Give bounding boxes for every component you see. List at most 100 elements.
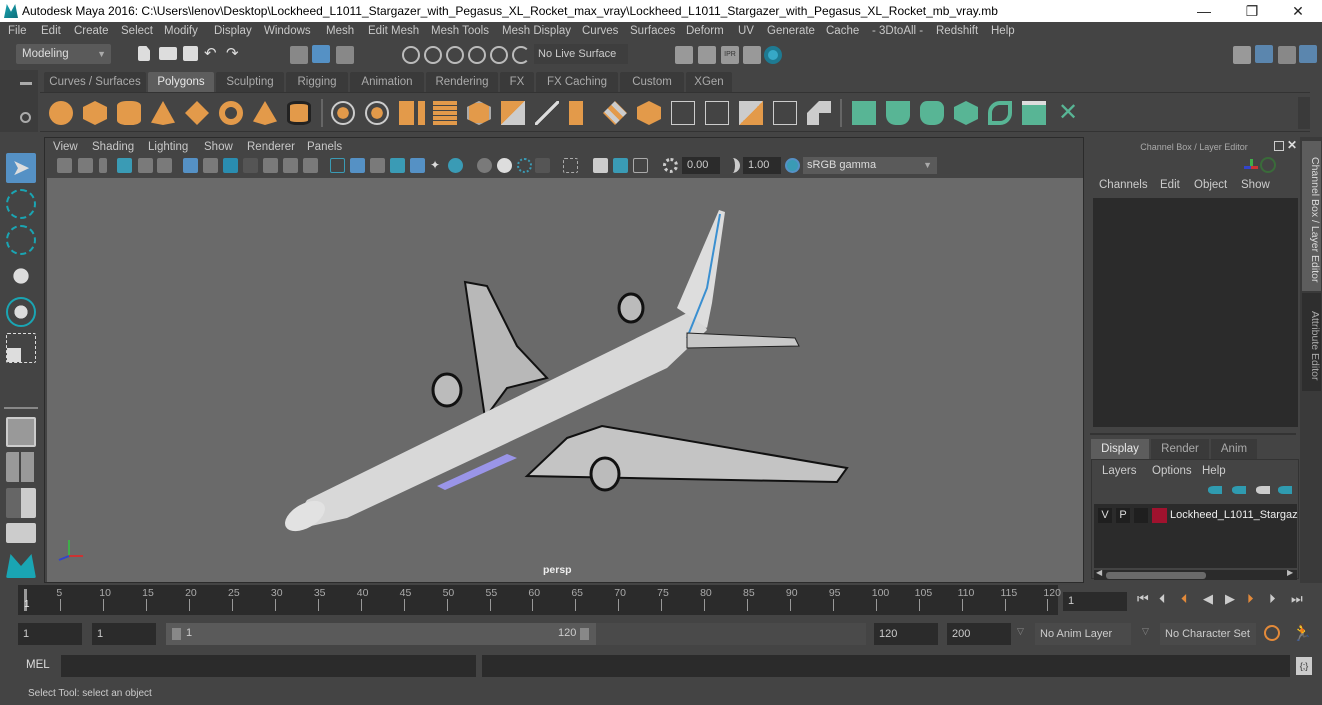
extrude-icon[interactable] [501,101,525,125]
poly-cube-icon[interactable] [83,101,107,125]
play-forwards-icon[interactable]: ▶ [1225,591,1235,607]
command-input[interactable] [61,655,476,677]
multisample-aa-icon[interactable] [517,158,532,173]
uv-editor-icon[interactable] [1022,101,1046,125]
gate-mask-icon[interactable] [243,158,258,173]
viewport-menu-view[interactable]: View [53,141,78,153]
select-by-object-icon[interactable] [312,45,330,63]
playback-start-field[interactable]: 1 [92,623,156,645]
snap-point-icon[interactable] [446,46,464,64]
automatic-map-icon[interactable] [954,101,978,125]
shelf-tab-fx[interactable]: FX [500,72,534,92]
command-language-label[interactable]: MEL [26,659,50,671]
menu-deform[interactable]: Deform [686,25,724,37]
step-forward-key-icon[interactable]: ⏵ [1247,591,1254,607]
end-time-field[interactable]: 200 [947,623,1011,645]
shelf-tab-rigging[interactable]: Rigging [286,72,348,92]
viewport-menu-renderer[interactable]: Renderer [247,141,295,153]
wireframe-icon[interactable] [330,158,345,173]
use-all-lights-icon[interactable]: ✦ [430,158,445,173]
range-slider-track[interactable]: 1 120 [166,623,866,645]
default-material-icon[interactable] [370,158,385,173]
offset-loop-icon[interactable] [705,101,729,125]
shelf-options-gear-icon[interactable] [20,112,31,123]
new-layer-selected-icon[interactable] [1278,486,1292,494]
layer-row[interactable]: V P Lockheed_L1011_Stargaz [1094,507,1298,525]
attribute-editor-toggle-icon[interactable] [1255,45,1273,63]
snap-curve-icon[interactable] [424,46,442,64]
scroll-thumb[interactable] [1106,572,1206,579]
undo-icon[interactable]: ↶ [204,46,222,66]
menu-3dtoall[interactable]: - 3DtoAll - [872,25,923,37]
minimize-button[interactable]: — [1188,2,1220,20]
menu-help[interactable]: Help [991,25,1015,37]
shelf-tab-fx-caching[interactable]: FX Caching [536,72,618,92]
collapse-icon[interactable] [807,101,831,125]
layer-tab-render[interactable]: Render [1151,439,1209,459]
shelf-tab-sculpting[interactable]: Sculpting [216,72,284,92]
range-start-handle[interactable] [172,628,181,640]
go-to-end-icon[interactable]: ⏭ [1291,591,1303,607]
playback-end-field[interactable]: 120 [874,623,938,645]
spherical-map-icon[interactable] [920,101,944,125]
new-scene-icon[interactable] [138,46,150,61]
merge-icon[interactable] [637,101,661,125]
paint-select-tool-icon[interactable] [6,225,36,255]
select-by-component-icon[interactable] [336,46,354,64]
menu-edit-mesh[interactable]: Edit Mesh [368,25,419,37]
float-panel-icon[interactable] [1274,141,1284,151]
textured-icon[interactable] [410,158,425,173]
poly-sphere-icon[interactable] [49,101,73,125]
layer-playback-toggle[interactable]: P [1116,508,1130,523]
menu-modify[interactable]: Modify [164,25,198,37]
menu-mesh[interactable]: Mesh [326,25,354,37]
tool-settings-toggle-icon[interactable] [1278,46,1296,64]
menu-curves[interactable]: Curves [582,25,618,37]
film-gate-icon[interactable] [203,158,218,173]
depth-of-field-icon[interactable] [535,158,550,173]
panel-splitter[interactable] [1090,433,1296,435]
2d-pan-zoom-icon[interactable] [138,158,153,173]
open-scene-icon[interactable] [159,47,177,60]
menu-edit[interactable]: Edit [41,25,61,37]
layer-color-swatch[interactable] [1152,508,1167,523]
move-tool-icon[interactable] [6,261,36,291]
menu-create[interactable]: Create [74,25,109,37]
color-space-dropdown[interactable]: sRGB gamma ▼ [803,157,937,174]
mirror-icon[interactable] [399,101,425,125]
menuset-dropdown[interactable]: Modeling ▼ [16,44,111,64]
cb-menu-channels[interactable]: Channels [1099,179,1148,191]
shelf-scrollbar[interactable] [1298,97,1310,129]
side-tab-channel-box[interactable]: Channel Box / Layer Editor [1302,141,1321,291]
scroll-left-icon[interactable]: ◀ [1096,568,1102,577]
gamma-field[interactable]: 1.00 [743,157,781,174]
poly-cylinder-icon[interactable] [117,101,141,125]
render-view-icon[interactable] [675,46,693,64]
scale-tool-icon[interactable] [6,333,36,363]
range-slider-bar[interactable]: 1 120 [166,623,596,645]
layer-list-scrollbar[interactable]: ◀ ▶ [1094,568,1297,580]
current-frame-field[interactable]: 1 [1063,592,1127,611]
shelf-tab-curves-surfaces[interactable]: Curves / Surfaces [44,72,146,92]
snap-edge-icon[interactable] [512,46,530,64]
channel-list[interactable] [1093,198,1298,427]
smooth-icon[interactable] [433,101,457,125]
exposure-field[interactable]: 0.00 [682,157,720,174]
image-plane-icon[interactable] [117,158,132,173]
cylindrical-map-icon[interactable] [886,101,910,125]
render-settings-icon[interactable] [743,46,761,64]
close-button[interactable]: ✕ [1282,2,1314,20]
target-weld-icon[interactable] [773,101,797,125]
planar-map-icon[interactable] [852,101,876,125]
shelf-tab-polygons[interactable]: Polygons [148,72,214,92]
ipr-render-icon[interactable]: IPR [721,46,739,64]
menu-windows[interactable]: Windows [264,25,311,37]
animation-preferences-icon[interactable]: 🏃 [1292,623,1312,643]
select-tool-icon[interactable]: ➤ [6,153,36,183]
camera-icon[interactable] [57,158,72,173]
menu-display[interactable]: Display [214,25,252,37]
wireframe-on-shaded-icon[interactable] [390,158,405,173]
step-back-key-icon[interactable]: ⏴ [1181,591,1188,607]
unfold-icon[interactable]: ✕ [1056,101,1080,125]
character-set-dropdown[interactable]: No Character Set [1160,623,1256,645]
